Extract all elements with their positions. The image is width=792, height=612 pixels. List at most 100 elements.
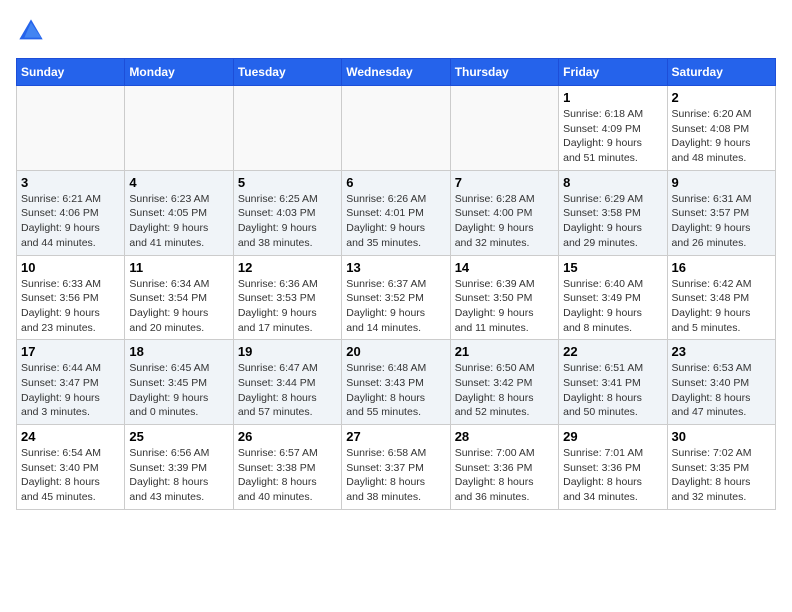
day-number: 18: [129, 344, 228, 359]
day-info: Sunrise: 6:31 AM Sunset: 3:57 PM Dayligh…: [672, 192, 771, 251]
day-info: Sunrise: 6:45 AM Sunset: 3:45 PM Dayligh…: [129, 361, 228, 420]
day-number: 15: [563, 260, 662, 275]
day-info: Sunrise: 6:54 AM Sunset: 3:40 PM Dayligh…: [21, 446, 120, 505]
day-info: Sunrise: 6:37 AM Sunset: 3:52 PM Dayligh…: [346, 277, 445, 336]
day-number: 4: [129, 175, 228, 190]
day-number: 28: [455, 429, 554, 444]
day-number: 14: [455, 260, 554, 275]
day-number: 6: [346, 175, 445, 190]
calendar-cell: 29Sunrise: 7:01 AM Sunset: 3:36 PM Dayli…: [559, 425, 667, 510]
day-info: Sunrise: 6:40 AM Sunset: 3:49 PM Dayligh…: [563, 277, 662, 336]
calendar-cell: 15 Sunrise: 6:40 AM Sunset: 3:49 PM Dayli…: [559, 255, 667, 340]
calendar-cell: 7 Sunrise: 6:28 AM Sunset: 4:00 PM Daylig…: [450, 170, 558, 255]
day-info: Sunrise: 6:50 AM Sunset: 3:42 PM Dayligh…: [455, 361, 554, 420]
day-number: 21: [455, 344, 554, 359]
calendar-cell: 1 Sunrise: 6:18 AM Sunset: 4:09 PM Daylig…: [559, 86, 667, 171]
calendar-table: SundayMondayTuesdayWednesdayThursdayFrid…: [16, 58, 776, 510]
day-number: 30: [672, 429, 771, 444]
calendar-cell: 5Sunrise: 6:25 AM Sunset: 4:03 PM Daylig…: [233, 170, 341, 255]
day-info: Sunrise: 6:21 AM Sunset: 4:06 PM Dayligh…: [21, 192, 120, 251]
day-info: Sunrise: 6:58 AM Sunset: 3:37 PM Dayligh…: [346, 446, 445, 505]
calendar-cell: 21 Sunrise: 6:50 AM Sunset: 3:42 PM Dayli…: [450, 340, 558, 425]
day-number: 3: [21, 175, 120, 190]
day-number: 12: [238, 260, 337, 275]
day-info: Sunrise: 6:51 AM Sunset: 3:41 PM Dayligh…: [563, 361, 662, 420]
day-number: 23: [672, 344, 771, 359]
page-header: [16, 16, 776, 46]
calendar-cell: 20 Sunrise: 6:48 AM Sunset: 3:43 PM Dayli…: [342, 340, 450, 425]
day-info: Sunrise: 6:20 AM Sunset: 4:08 PM Dayligh…: [672, 107, 771, 166]
day-number: 7: [455, 175, 554, 190]
calendar-cell: 6 Sunrise: 6:26 AM Sunset: 4:01 PM Daylig…: [342, 170, 450, 255]
day-info: Sunrise: 6:42 AM Sunset: 3:48 PM Dayligh…: [672, 277, 771, 336]
day-number: 22: [563, 344, 662, 359]
day-info: Sunrise: 6:44 AM Sunset: 3:47 PM Dayligh…: [21, 361, 120, 420]
calendar-cell: 27 Sunrise: 6:58 AM Sunset: 3:37 PM Dayli…: [342, 425, 450, 510]
day-number: 10: [21, 260, 120, 275]
day-info: Sunrise: 6:26 AM Sunset: 4:01 PM Dayligh…: [346, 192, 445, 251]
calendar-cell: 26 Sunrise: 6:57 AM Sunset: 3:38 PM Dayli…: [233, 425, 341, 510]
weekday-header-thursday: Thursday: [450, 59, 558, 86]
calendar-cell: 16 Sunrise: 6:42 AM Sunset: 3:48 PM Dayli…: [667, 255, 775, 340]
day-info: Sunrise: 7:00 AM Sunset: 3:36 PM Dayligh…: [455, 446, 554, 505]
calendar-cell: 11Sunrise: 6:34 AM Sunset: 3:54 PM Dayli…: [125, 255, 233, 340]
day-info: Sunrise: 7:02 AM Sunset: 3:35 PM Dayligh…: [672, 446, 771, 505]
calendar-cell: [233, 86, 341, 171]
calendar-cell: [125, 86, 233, 171]
day-number: 25: [129, 429, 228, 444]
calendar-header-row: SundayMondayTuesdayWednesdayThursdayFrid…: [17, 59, 776, 86]
day-number: 19: [238, 344, 337, 359]
day-info: Sunrise: 6:48 AM Sunset: 3:43 PM Dayligh…: [346, 361, 445, 420]
calendar-cell: 30 Sunrise: 7:02 AM Sunset: 3:35 PM Dayli…: [667, 425, 775, 510]
day-number: 8: [563, 175, 662, 190]
day-info: Sunrise: 6:36 AM Sunset: 3:53 PM Dayligh…: [238, 277, 337, 336]
logo-icon: [16, 16, 46, 46]
day-info: Sunrise: 6:57 AM Sunset: 3:38 PM Dayligh…: [238, 446, 337, 505]
calendar-cell: 12 Sunrise: 6:36 AM Sunset: 3:53 PM Dayli…: [233, 255, 341, 340]
weekday-header-sunday: Sunday: [17, 59, 125, 86]
calendar-cell: 8Sunrise: 6:29 AM Sunset: 3:58 PM Daylig…: [559, 170, 667, 255]
day-number: 24: [21, 429, 120, 444]
day-info: Sunrise: 6:33 AM Sunset: 3:56 PM Dayligh…: [21, 277, 120, 336]
calendar-cell: 24 Sunrise: 6:54 AM Sunset: 3:40 PM Dayli…: [17, 425, 125, 510]
day-number: 27: [346, 429, 445, 444]
day-info: Sunrise: 6:53 AM Sunset: 3:40 PM Dayligh…: [672, 361, 771, 420]
day-info: Sunrise: 6:34 AM Sunset: 3:54 PM Dayligh…: [129, 277, 228, 336]
day-info: Sunrise: 6:23 AM Sunset: 4:05 PM Dayligh…: [129, 192, 228, 251]
calendar-cell: 28 Sunrise: 7:00 AM Sunset: 3:36 PM Dayli…: [450, 425, 558, 510]
calendar-cell: 25 Sunrise: 6:56 AM Sunset: 3:39 PM Dayli…: [125, 425, 233, 510]
logo: [16, 16, 50, 46]
weekday-header-saturday: Saturday: [667, 59, 775, 86]
weekday-header-wednesday: Wednesday: [342, 59, 450, 86]
calendar-cell: 23 Sunrise: 6:53 AM Sunset: 3:40 PM Dayli…: [667, 340, 775, 425]
calendar-cell: 22 Sunrise: 6:51 AM Sunset: 3:41 PM Dayli…: [559, 340, 667, 425]
calendar-cell: 17 Sunrise: 6:44 AM Sunset: 3:47 PM Dayli…: [17, 340, 125, 425]
weekday-header-monday: Monday: [125, 59, 233, 86]
day-number: 5: [238, 175, 337, 190]
calendar-week-row: 24 Sunrise: 6:54 AM Sunset: 3:40 PM Dayli…: [17, 425, 776, 510]
day-info: Sunrise: 6:56 AM Sunset: 3:39 PM Dayligh…: [129, 446, 228, 505]
day-number: 13: [346, 260, 445, 275]
day-number: 1: [563, 90, 662, 105]
day-number: 16: [672, 260, 771, 275]
day-info: Sunrise: 6:18 AM Sunset: 4:09 PM Dayligh…: [563, 107, 662, 166]
day-number: 17: [21, 344, 120, 359]
calendar-cell: [17, 86, 125, 171]
calendar-cell: 10 Sunrise: 6:33 AM Sunset: 3:56 PM Dayli…: [17, 255, 125, 340]
calendar-cell: 13 Sunrise: 6:37 AM Sunset: 3:52 PM Dayli…: [342, 255, 450, 340]
day-info: Sunrise: 6:28 AM Sunset: 4:00 PM Dayligh…: [455, 192, 554, 251]
calendar-cell: 2Sunrise: 6:20 AM Sunset: 4:08 PM Daylig…: [667, 86, 775, 171]
weekday-header-friday: Friday: [559, 59, 667, 86]
calendar-cell: 9 Sunrise: 6:31 AM Sunset: 3:57 PM Daylig…: [667, 170, 775, 255]
day-number: 26: [238, 429, 337, 444]
calendar-cell: 18 Sunrise: 6:45 AM Sunset: 3:45 PM Dayli…: [125, 340, 233, 425]
day-number: 20: [346, 344, 445, 359]
day-info: Sunrise: 7:01 AM Sunset: 3:36 PM Dayligh…: [563, 446, 662, 505]
calendar-week-row: 3 Sunrise: 6:21 AM Sunset: 4:06 PM Daylig…: [17, 170, 776, 255]
day-number: 9: [672, 175, 771, 190]
weekday-header-tuesday: Tuesday: [233, 59, 341, 86]
calendar-cell: 14Sunrise: 6:39 AM Sunset: 3:50 PM Dayli…: [450, 255, 558, 340]
calendar-cell: [450, 86, 558, 171]
day-info: Sunrise: 6:47 AM Sunset: 3:44 PM Dayligh…: [238, 361, 337, 420]
calendar-week-row: 1 Sunrise: 6:18 AM Sunset: 4:09 PM Daylig…: [17, 86, 776, 171]
